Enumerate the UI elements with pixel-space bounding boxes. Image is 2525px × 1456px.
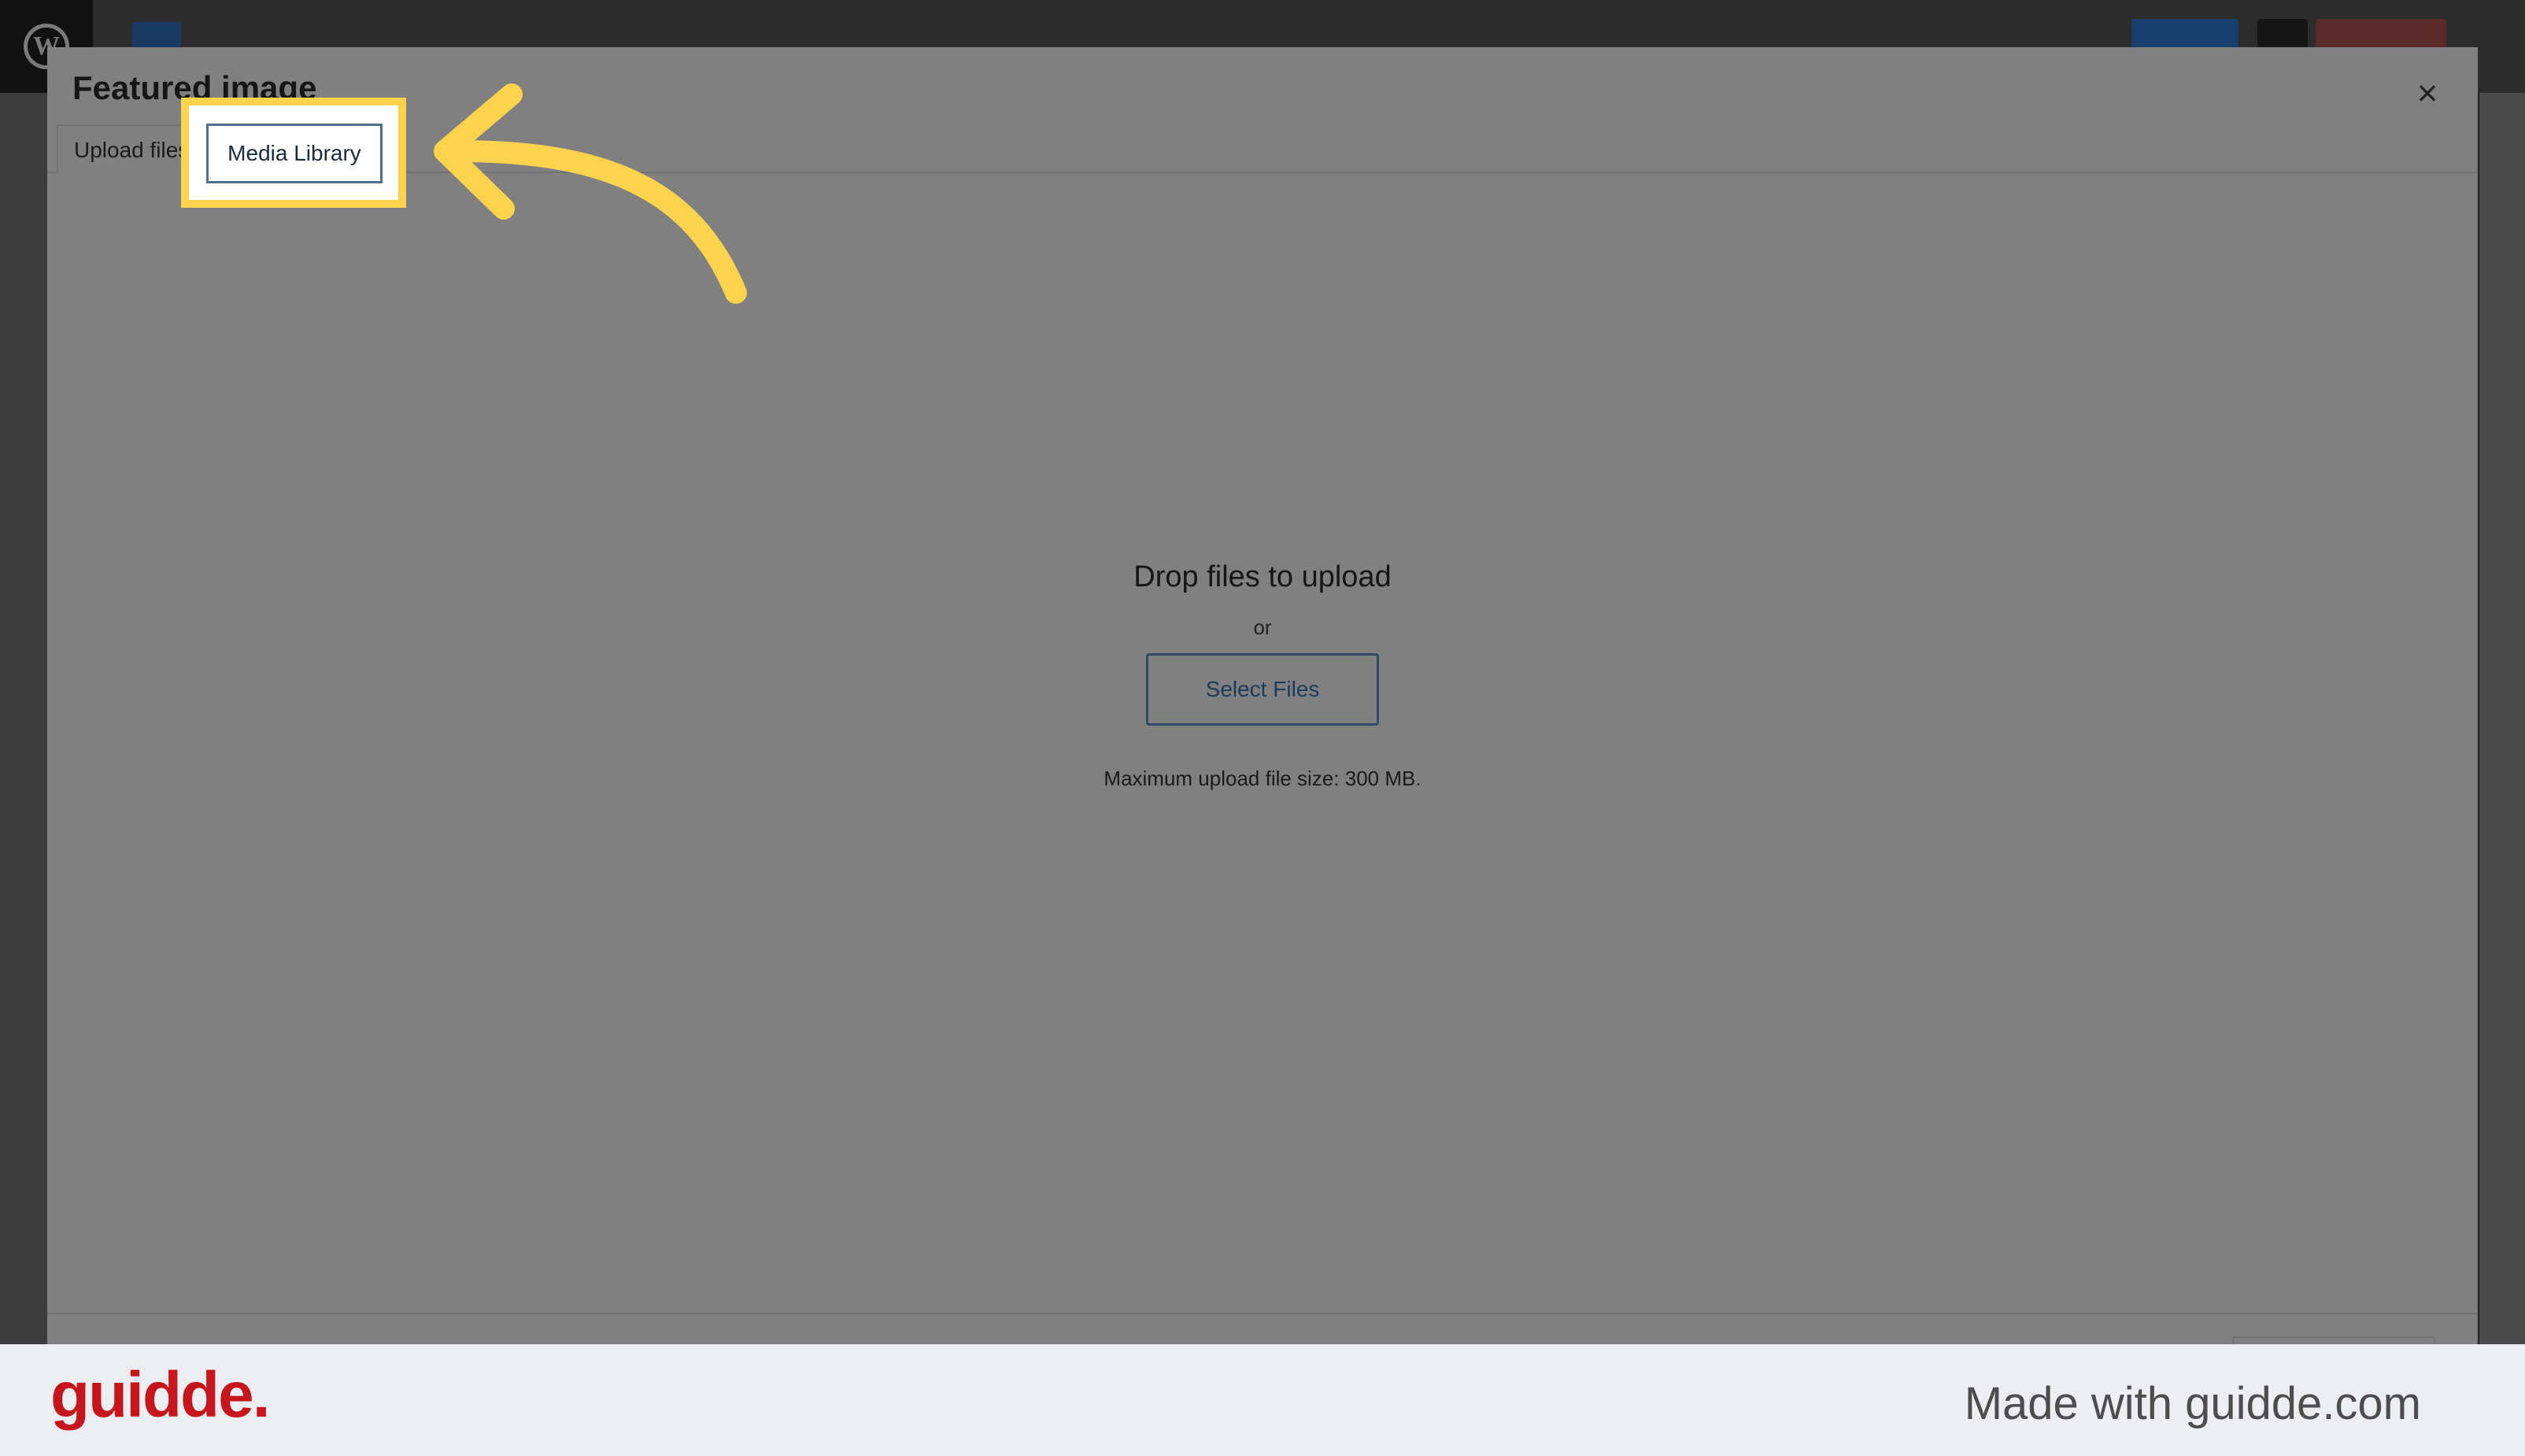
tab-divider bbox=[47, 172, 2478, 173]
guidde-footer: guidde. Made with guidde.com bbox=[0, 1344, 2525, 1456]
dropzone-or-text: or bbox=[1253, 615, 1272, 639]
tab-media-library[interactable]: Media Library bbox=[206, 124, 383, 183]
editor-canvas-edge bbox=[0, 93, 47, 1344]
set-featured-image-button[interactable] bbox=[2232, 1336, 2435, 1344]
editor-settings-sidebar bbox=[2479, 93, 2525, 1344]
dropzone-heading: Drop files to upload bbox=[1133, 560, 1392, 593]
made-with-text: Made with guidde.com bbox=[1964, 1378, 2421, 1429]
close-icon[interactable]: × bbox=[2405, 71, 2449, 115]
max-upload-size-text: Maximum upload file size: 300 MB. bbox=[1104, 767, 1421, 790]
curved-arrow-icon bbox=[434, 83, 747, 304]
select-files-button[interactable]: Select Files bbox=[1146, 653, 1379, 726]
guidde-logo: guidde. bbox=[50, 1359, 271, 1431]
modal-footer-divider bbox=[47, 1313, 2478, 1314]
